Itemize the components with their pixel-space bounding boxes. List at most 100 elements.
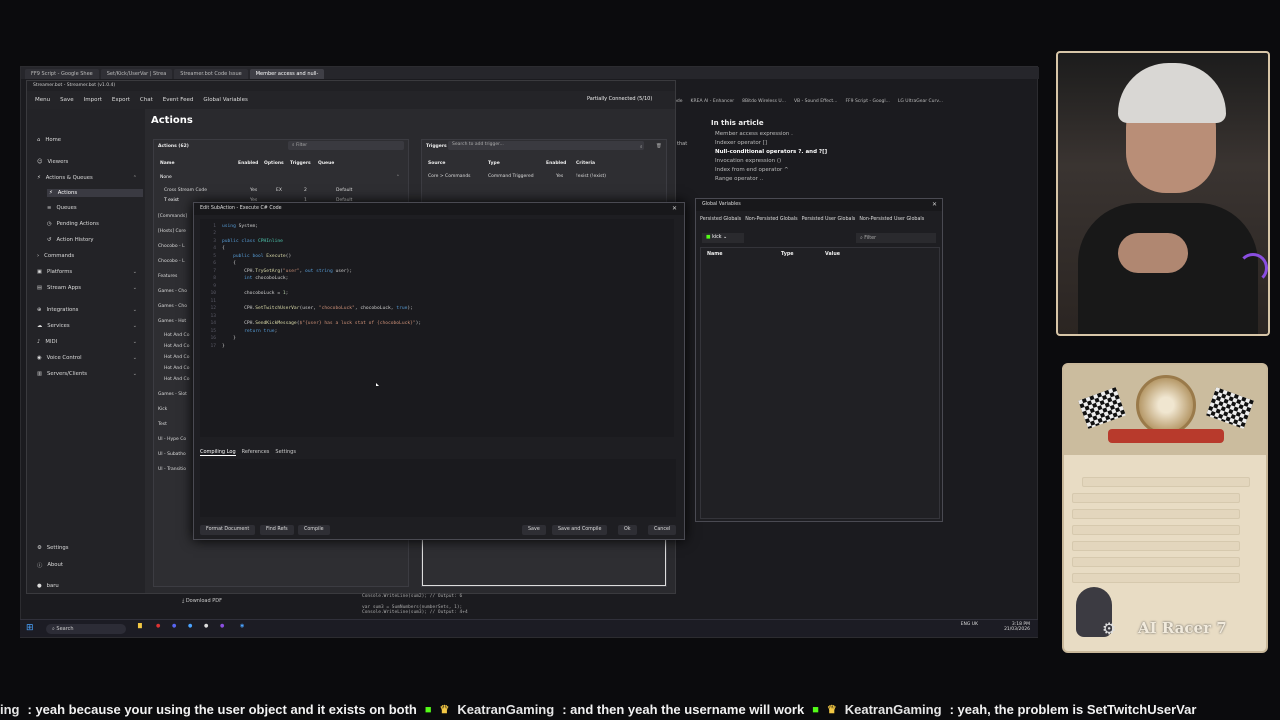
col-type[interactable]: Type	[488, 161, 500, 166]
list-item[interactable]: Hot And Co	[164, 344, 189, 349]
group-row[interactable]: Chocobo - L	[158, 244, 185, 249]
group-row[interactable]: [Hosts] Core	[158, 229, 186, 234]
trigger-search-input[interactable]: Search to add trigger...	[448, 141, 644, 150]
group-row[interactable]: Games - Cho	[158, 289, 187, 294]
group-row[interactable]: UI - Hype Co	[158, 437, 186, 442]
taskbar-search[interactable]: ⌕ Search	[46, 624, 126, 634]
sidebar-item-midi[interactable]: ♪ MIDI	[37, 339, 57, 345]
sidebar-item-voice[interactable]: ◉ Voice Control	[37, 355, 82, 361]
actions-filter-input[interactable]: ⌕ Filter	[288, 141, 404, 150]
sidebar-item-actions[interactable]: ⚡ Actions	[47, 189, 143, 197]
toc-link[interactable]: Indexer operator []	[715, 140, 1031, 146]
close-icon[interactable]: ✕	[672, 205, 677, 212]
col-source[interactable]: Source	[428, 161, 445, 166]
chevron-down-icon[interactable]: ⌄	[133, 285, 137, 291]
toc-link[interactable]: Member access expression .	[715, 131, 1031, 137]
find-refs-button[interactable]: Find Refs	[260, 525, 294, 535]
sidebar-item-servers[interactable]: ▥ Servers/Clients	[37, 371, 87, 377]
globals-grid[interactable]: Name Type Value	[700, 247, 940, 519]
search-icon[interactable]: ⌕	[640, 144, 643, 150]
connection-status[interactable]: Partially Connected (5/10)	[587, 96, 652, 102]
bookmark[interactable]: VB - Sound Effect...	[794, 99, 838, 104]
browser-tab-active[interactable]: Member access and null-	[249, 69, 325, 79]
sidebar-item-history[interactable]: ↺ Action History	[47, 237, 94, 243]
sidebar-item-pending[interactable]: ◷ Pending Actions	[47, 221, 99, 227]
app-icon[interactable]: ●	[220, 623, 224, 629]
chevron-down-icon[interactable]: ⌄	[133, 323, 137, 329]
bookmark[interactable]: 8Bitdo Wireless U...	[742, 99, 786, 104]
app-icon[interactable]: ●	[156, 623, 160, 629]
save-button[interactable]: Save	[60, 97, 74, 103]
group-row[interactable]: Chocobo - L	[158, 259, 185, 264]
language-indicator[interactable]: ENG UK	[961, 622, 978, 627]
group-row[interactable]: UI - Transitio	[158, 467, 186, 472]
group-row[interactable]: Games - Hot	[158, 319, 186, 324]
tab-references[interactable]: References	[242, 449, 270, 456]
tab-settings[interactable]: Settings	[275, 449, 296, 456]
col-name[interactable]: Name	[160, 161, 175, 166]
toc-link[interactable]: Invocation expression ()	[715, 158, 1031, 164]
col-type[interactable]: Type	[781, 252, 794, 257]
chevron-down-icon[interactable]: ⌄	[133, 371, 137, 377]
tab-compiling-log[interactable]: Compiling Log	[200, 449, 236, 456]
list-item[interactable]: Hot And Co	[164, 377, 189, 382]
sidebar-item-about[interactable]: ⓘ About	[37, 561, 63, 569]
tab-persisted-user-globals[interactable]: Persisted User Globals	[802, 217, 856, 222]
toc-link[interactable]: Range operator ..	[715, 176, 1031, 182]
folder-icon[interactable]: ▇	[138, 623, 142, 629]
menu-button[interactable]: Menu	[35, 97, 50, 103]
browser-tab[interactable]: FF9 Script - Google Shee	[25, 69, 99, 79]
browser-tab[interactable]: Set/Kick/UserVar | Strea	[100, 69, 173, 79]
sidebar-item-viewers[interactable]: ☺ Viewers	[37, 159, 68, 165]
app-icon[interactable]: ●	[188, 623, 192, 629]
chevron-up-icon[interactable]: ⌃	[133, 175, 137, 181]
col-enabled[interactable]: Enabled	[546, 161, 566, 166]
global-variables-button[interactable]: Global Variables	[203, 97, 247, 103]
streamerbot-icon[interactable]: ◉	[240, 623, 244, 629]
chevron-down-icon[interactable]: ⌄	[133, 339, 137, 345]
group-row[interactable]: None	[160, 175, 172, 180]
list-item[interactable]: Hot And Co	[164, 355, 189, 360]
bookmark[interactable]: LG UltraGear Curv...	[898, 99, 943, 104]
tab-non-persisted-user-globals[interactable]: Non-Persisted User Globals	[859, 217, 924, 222]
sidebar-item-user[interactable]: ● baru	[37, 583, 59, 589]
tab-persisted-globals[interactable]: Persisted Globals	[700, 217, 741, 222]
col-value[interactable]: Value	[825, 252, 840, 257]
trash-icon[interactable]: 🗑	[656, 144, 662, 149]
platform-select[interactable]: ■ kick ⌄	[702, 233, 744, 243]
group-row[interactable]: Games - Cho	[158, 304, 187, 309]
col-criteria[interactable]: Criteria	[576, 161, 595, 166]
group-row[interactable]: Kick	[158, 407, 167, 412]
discord-icon[interactable]: ●	[172, 623, 176, 629]
globals-filter-input[interactable]: ⌕ Filter	[856, 233, 936, 243]
export-button[interactable]: Export	[112, 97, 130, 103]
format-document-button[interactable]: Format Document	[200, 525, 256, 535]
chevron-down-icon[interactable]: ⌄	[133, 355, 137, 361]
sidebar-item-actions-queues[interactable]: ⚡ Actions & Queues	[37, 175, 93, 181]
cancel-button[interactable]: Cancel	[648, 525, 677, 535]
close-icon[interactable]: ✕	[932, 201, 937, 208]
ok-button[interactable]: Ok	[618, 525, 637, 535]
col-options[interactable]: Options	[264, 161, 284, 166]
browser-tab[interactable]: Streamer.bot Code Issue	[174, 69, 248, 79]
sidebar-item-home[interactable]: ⌂ Home	[37, 137, 61, 143]
chevron-down-icon[interactable]: ⌄	[133, 269, 137, 275]
save-button[interactable]: Save	[522, 525, 546, 535]
sidebar-item-services[interactable]: ☁ Services	[37, 323, 70, 329]
sidebar-item-stream-apps[interactable]: ▤ Stream Apps	[37, 285, 81, 291]
windows-start-icon[interactable]: ⊞	[26, 623, 34, 633]
col-triggers[interactable]: Triggers	[290, 161, 311, 166]
group-row[interactable]: [Commands]	[158, 214, 187, 219]
group-row[interactable]: Features	[158, 274, 177, 279]
app-icon[interactable]: ●	[204, 623, 208, 629]
code-editor[interactable]: 1 using System; 2 3 public class CPHInline…	[200, 219, 674, 437]
toc-link-active[interactable]: Null-conditional operators ?. and ?[]	[715, 149, 1031, 155]
sidebar-item-commands[interactable]: › Commands	[37, 253, 74, 259]
import-button[interactable]: Import	[84, 97, 102, 103]
chevron-up-icon[interactable]: ⌃	[396, 175, 400, 180]
event-feed-button[interactable]: Event Feed	[163, 97, 194, 103]
col-queue[interactable]: Queue	[318, 161, 334, 166]
col-enabled[interactable]: Enabled	[238, 161, 258, 166]
chat-button[interactable]: Chat	[140, 97, 153, 103]
download-pdf-link[interactable]: ⤓ Download PDF	[182, 598, 222, 604]
